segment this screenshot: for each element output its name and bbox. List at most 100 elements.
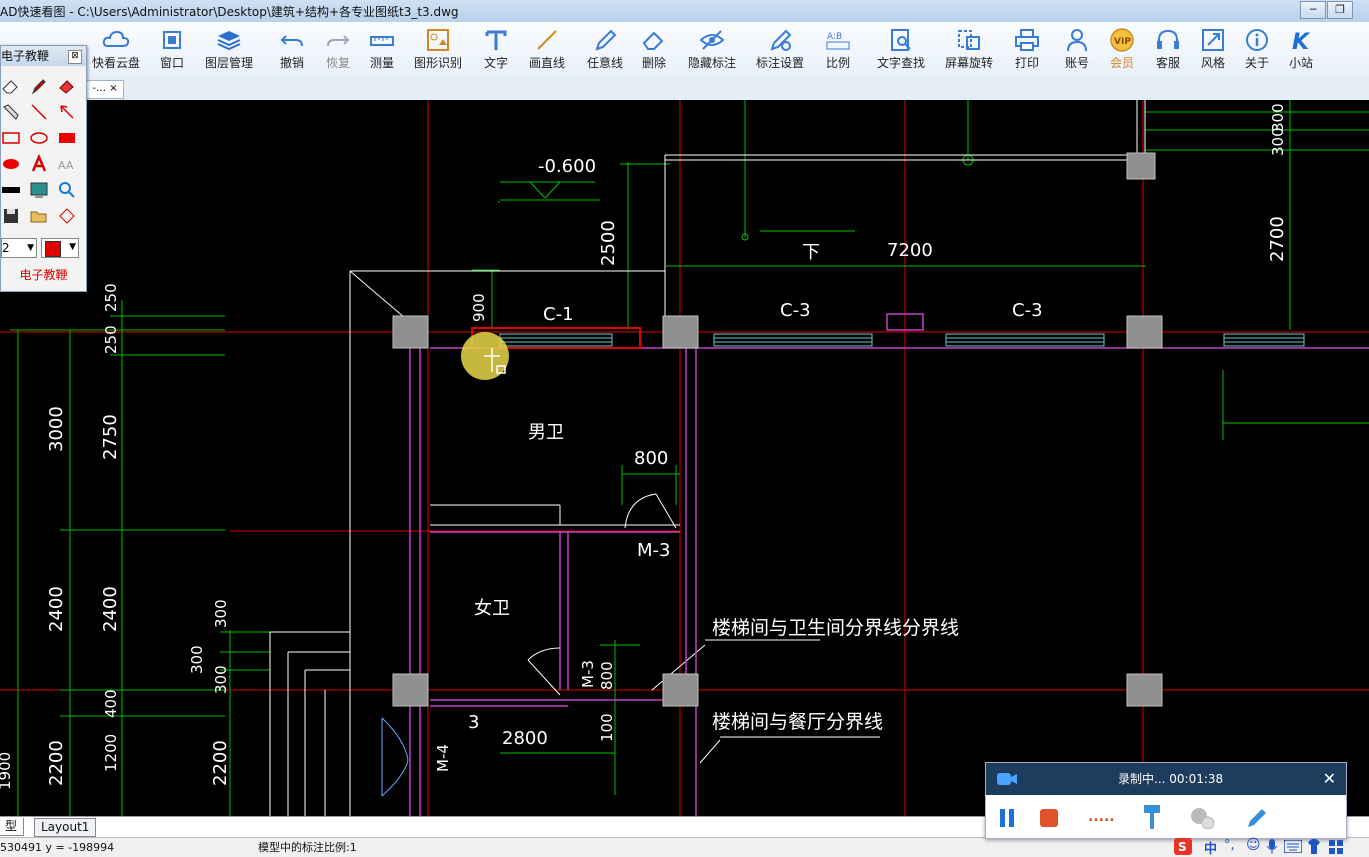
line-tool-icon[interactable] [29, 102, 49, 122]
toolbar-support-button[interactable]: 客服 [1150, 25, 1186, 75]
ellipse-tool-icon[interactable] [29, 128, 49, 148]
arrow-tool-icon[interactable] [57, 102, 77, 122]
eraser-icon[interactable] [1, 76, 21, 96]
window-label-c3: C-3 [1012, 300, 1043, 321]
microphone-icon[interactable] [1266, 839, 1278, 854]
line-width-select[interactable]: 2 ▼ [1, 238, 37, 258]
toolbar-freeline-button[interactable]: 任意线 [584, 25, 626, 75]
save-icon[interactable] [1, 206, 21, 226]
status-bar: 530491 y = -198994 模型中的标注比例:1 [0, 837, 1369, 857]
toolbar-style-button[interactable]: 风格 [1196, 25, 1230, 75]
toolbar-label: 窗口 [159, 56, 184, 70]
toolbar-layers-button[interactable]: 图层管理 [200, 25, 258, 75]
toolbar-rotate-button[interactable]: 屏幕旋转 [942, 25, 996, 75]
clear-icon[interactable] [57, 206, 77, 226]
window-label-c1: C-1 [543, 304, 574, 325]
toolbar-scale-button[interactable]: A:B 比例 [820, 25, 856, 75]
toolbar-measure-button[interactable]: 测量 [362, 25, 402, 75]
scale-icon: A:B [826, 32, 850, 50]
drawing-tab-label: -… [92, 83, 107, 94]
keyboard-icon[interactable] [1284, 840, 1302, 853]
magnifier-icon[interactable] [57, 180, 77, 200]
toolbar-line-button[interactable]: 画直线 [526, 25, 568, 75]
toolbar-undo-button[interactable]: 撤销 [272, 25, 312, 75]
palette-title-bar[interactable]: 电子教鞭 ⊠ [1, 46, 86, 66]
room-label-mens-restroom: 男卫 [528, 422, 564, 443]
highlighter-icon[interactable] [57, 76, 77, 96]
chevron-down-icon: ▼ [69, 242, 76, 252]
close-icon[interactable]: × [109, 83, 117, 94]
toolbar-cloud-button[interactable]: 快看云盘 [90, 25, 142, 75]
hide-eye-icon [699, 30, 725, 50]
toolbar-text-button[interactable]: 文字 [478, 25, 514, 75]
tab-layout1[interactable]: Layout1 [34, 818, 97, 837]
toolbar-account-button[interactable]: 账号 [1060, 25, 1094, 75]
webcam-icon[interactable] [1188, 805, 1218, 831]
brush-icon[interactable] [1140, 803, 1164, 831]
toolbar-window-button[interactable]: 窗口 [152, 25, 192, 75]
maximize-button[interactable]: ❐ [1327, 1, 1353, 19]
pen-icon[interactable] [29, 76, 49, 96]
teaching-pointer-palette: 电子教鞭 ⊠ AA 2 ▼ ▼ 电子教鞭 [0, 45, 87, 292]
toolbar-label: 隐藏标注 [687, 56, 736, 70]
k-logo-icon: K [1292, 30, 1311, 53]
toolbar-redo-button[interactable]: 恢复 [318, 25, 358, 75]
filled-rectangle-icon[interactable] [57, 128, 77, 148]
toolbar-delete-button[interactable]: 删除 [636, 25, 672, 75]
toolbar-vip-button[interactable]: VIP 会员 [1104, 25, 1140, 75]
toolbox-icon[interactable] [1328, 839, 1344, 854]
palette-close-button[interactable]: ⊠ [68, 50, 82, 64]
screen-capture-icon[interactable] [29, 180, 49, 200]
pause-icon[interactable] [998, 807, 1016, 829]
tab-model[interactable]: 型 [0, 818, 25, 836]
toolbar-about-button[interactable]: 关于 [1240, 25, 1274, 75]
drawing-canvas[interactable]: -0.600 2500 900 C-1 C-3 C-3 下 7200 300 3… [0, 100, 1369, 816]
printer-icon [1015, 29, 1039, 51]
toolbar-label: 打印 [1014, 56, 1039, 70]
dim-2500: 2500 [598, 220, 619, 266]
dim-300: 300 [1269, 127, 1287, 156]
layers-icon [217, 31, 241, 51]
pen-icon [595, 29, 617, 51]
text-icon [485, 30, 507, 50]
filled-ellipse-icon[interactable] [1, 154, 21, 174]
drawing-tab[interactable]: -… × [86, 80, 124, 99]
shape-recognize-icon [427, 29, 449, 51]
toolbar-site-button[interactable]: K 小站 [1284, 25, 1318, 75]
pen-icon[interactable] [1244, 805, 1270, 831]
toolbar-label: 快看云盘 [91, 56, 140, 70]
blackboard-icon[interactable] [1, 180, 21, 200]
stair-down-label: 下 [802, 242, 820, 263]
stop-icon[interactable] [1038, 807, 1060, 829]
toolbar-print-button[interactable]: 打印 [1010, 25, 1044, 75]
coordinates-readout: 530491 y = -198994 [0, 841, 115, 854]
ime-mode[interactable]: 中 [1204, 838, 1217, 857]
text-tool-icon[interactable] [29, 154, 49, 174]
dim-1200: 1200 [102, 734, 120, 772]
emoji-icon[interactable]: ☺ [1246, 837, 1261, 853]
dim-250: 250 [102, 283, 120, 312]
skin-icon[interactable] [1306, 839, 1322, 854]
partition-walls [409, 313, 1369, 816]
svg-text:K: K [1292, 30, 1311, 53]
toolbar-annotation-settings-button[interactable]: 标注设置 [752, 25, 808, 75]
dim-800: 800 [598, 661, 616, 690]
recorder-close-button[interactable]: ✕ [1323, 763, 1336, 795]
punctuation-mode[interactable]: °, [1224, 838, 1235, 853]
annotation-scale-readout: 模型中的标注比例:1 [258, 841, 357, 854]
chevron-down-icon: ▼ [27, 243, 34, 253]
sogou-ime-icon[interactable]: S [1174, 838, 1192, 855]
color-select[interactable]: ▼ [41, 238, 79, 258]
toolbar-label: 屏幕旋转 [944, 56, 993, 70]
toolbar-shape-recognize-button[interactable]: 图形识别 [410, 25, 466, 75]
toolbar-hide-annotation-button[interactable]: 隐藏标注 [684, 25, 740, 75]
svg-text:S: S [1178, 840, 1187, 854]
door-label-m3: M-3 [579, 660, 597, 688]
rectangle-tool-icon[interactable] [1, 128, 21, 148]
font-size-icon[interactable]: AA [57, 154, 77, 174]
folder-open-icon[interactable] [29, 206, 49, 226]
toolbar-text-search-button[interactable]: 文字查找 [874, 25, 928, 75]
pencil-icon[interactable] [1, 102, 21, 122]
camera-icon [997, 773, 1017, 785]
minimize-button[interactable]: ─ [1300, 1, 1326, 19]
